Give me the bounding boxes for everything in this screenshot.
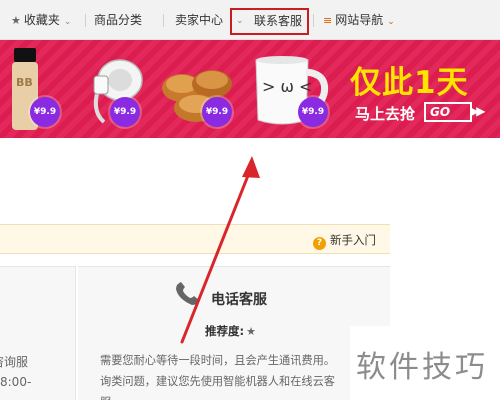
phone-service-title: 电话客服 (211, 292, 267, 308)
question-icon: ? (313, 237, 326, 250)
chevron-down-icon: ⌄ (236, 16, 244, 26)
site-nav-label: 网站导航 (335, 13, 384, 27)
seller-center-menu[interactable]: 卖家中心 (175, 0, 223, 40)
guide-label: 新手入门 (330, 233, 376, 247)
star-icon: ★ (11, 14, 21, 27)
svg-text:> ω <: > ω < (262, 77, 312, 96)
newbie-guide-link[interactable]: ? 新手入门 (313, 232, 376, 250)
categories-menu[interactable]: 商品分类 (94, 0, 142, 40)
promo-banner[interactable]: BB ¥9.9 ¥9.9 ¥9.9 > ω < ¥9.9 仅此1天 马上去抢 G… (0, 40, 500, 138)
double-arrow-icon: ▶▶ (470, 104, 486, 118)
recommend-rating: 推荐度: ★ (205, 323, 256, 339)
watermark: 软件技巧 (356, 350, 488, 385)
phone-service-desc: 询类问题，建议您先使用智能机器人和在线云客 (100, 375, 335, 388)
divider (313, 14, 314, 27)
divider (163, 14, 164, 27)
panel-text: 8:00- (0, 375, 32, 389)
divider (85, 14, 86, 27)
price-badge: ¥9.9 (298, 97, 328, 127)
star-icon: ★ (246, 325, 256, 338)
seller-center-label: 卖家中心 (175, 13, 224, 27)
contact-service-label: 联系客服 (254, 14, 303, 28)
price-badge: ¥9.9 (202, 97, 232, 127)
favorites-label: 收藏夹 (23, 13, 60, 27)
price-badge: ¥9.9 (30, 97, 60, 127)
contact-service-link[interactable]: ⌄ 联系客服 (230, 8, 310, 35)
phone-service-desc: 服 (100, 394, 111, 400)
site-nav-menu[interactable]: ≡ 网站导航 ⌄ (323, 0, 395, 40)
go-button[interactable]: GO (424, 102, 472, 122)
menu-icon: ≡ (323, 14, 333, 27)
categories-label: 商品分类 (94, 13, 143, 27)
chevron-down-icon: ⌄ (63, 17, 72, 27)
favorites-menu[interactable]: ★ 收藏夹 ⌄ (11, 0, 71, 40)
top-nav: ★ 收藏夹 ⌄ 商品分类 卖家中心 ⌄ 联系客服 ≡ 网站导航 ⌄ (0, 0, 500, 40)
recommend-label: 推荐度: (205, 324, 245, 338)
svg-text:BB: BB (16, 76, 33, 89)
price-badge: ¥9.9 (110, 97, 140, 127)
phone-icon (176, 282, 199, 305)
banner-subtitle: 马上去抢 (355, 105, 416, 123)
notice-bar: ? 新手入门 (0, 224, 390, 254)
phone-service-desc: 需要您耐心等待一段时间，且会产生通讯费用。 (100, 354, 335, 367)
chevron-down-icon: ⌄ (387, 17, 395, 27)
panel-text: 咨询服 (0, 355, 29, 369)
banner-slogan: 仅此1天 (350, 65, 469, 101)
